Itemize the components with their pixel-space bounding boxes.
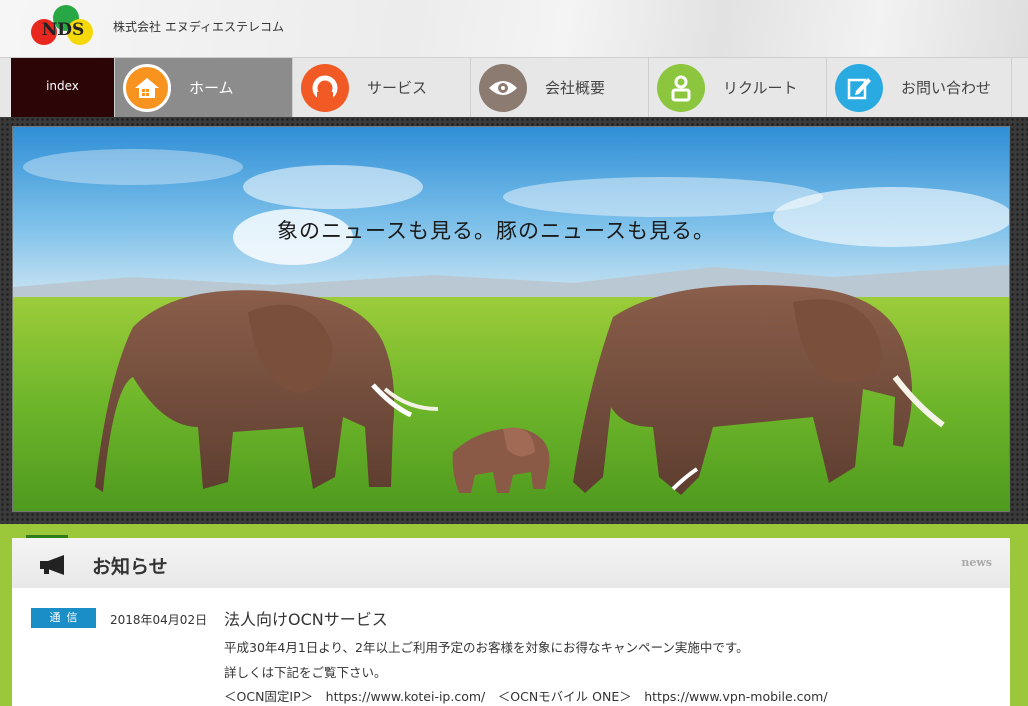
hero-caption: 象のニュースも見る。豚のニュースも見る。 xyxy=(277,219,715,243)
news-section: お知らせ news 通信 2018年04月02日 法人向けOCNサービス 平成3… xyxy=(12,535,1010,706)
news-entry-title[interactable]: 法人向けOCNサービス xyxy=(224,606,388,630)
news-entry-line: 詳しくは下記をご覧下さい。 xyxy=(224,665,387,680)
nav-item-recruit[interactable]: リクルート xyxy=(648,58,826,117)
nav-label-company: 会社概要 xyxy=(545,79,606,97)
person-icon xyxy=(657,63,705,112)
nav-item-home[interactable]: ホーム xyxy=(114,58,292,117)
news-date: 2018年04月02日 xyxy=(110,613,208,627)
nav-label-contact: お問い合わせ xyxy=(901,79,992,97)
megaphone-icon xyxy=(38,555,70,579)
news-tag: news xyxy=(961,556,992,569)
news-header: お知らせ news xyxy=(12,535,1010,588)
news-entry-line: 平成30年4月1日より、2年以上ご利用予定のお客様を対象にお得なキャンペーン実施… xyxy=(224,640,749,655)
main-nav: index ホーム サービス 会社概要 リクルート お問い合わせ xyxy=(0,57,1028,117)
hero-banner: 象のニュースも見る。豚のニュースも見る。 xyxy=(12,126,1010,512)
nav-label-home: ホーム xyxy=(189,79,234,97)
nav-item-contact[interactable]: お問い合わせ xyxy=(826,58,1012,117)
nav-item-company[interactable]: 会社概要 xyxy=(470,58,648,117)
site-header: NDS 株式会社 エヌディエステレコム xyxy=(0,0,1028,58)
news-title: お知らせ xyxy=(92,556,168,578)
company-logo[interactable]: NDS xyxy=(30,4,96,48)
home-icon xyxy=(123,63,171,112)
news-header-accent xyxy=(26,535,68,538)
service-icon xyxy=(301,63,349,112)
nav-item-service[interactable]: サービス xyxy=(292,58,470,117)
edit-icon xyxy=(835,63,883,112)
company-name: 株式会社 エヌディエステレコム xyxy=(113,20,284,34)
nav-label-recruit: リクルート xyxy=(723,79,798,97)
nav-index-label: index xyxy=(11,58,114,117)
eye-icon xyxy=(479,63,527,112)
news-category-badge: 通信 xyxy=(31,608,96,628)
hero-elephant-image xyxy=(13,127,1009,511)
logo-text: NDS xyxy=(42,20,85,40)
news-entry-links[interactable]: ＜OCN固定IP＞ https://www.kotei-ip.com/ ＜OCN… xyxy=(224,686,828,705)
nav-label-service: サービス xyxy=(367,79,428,97)
